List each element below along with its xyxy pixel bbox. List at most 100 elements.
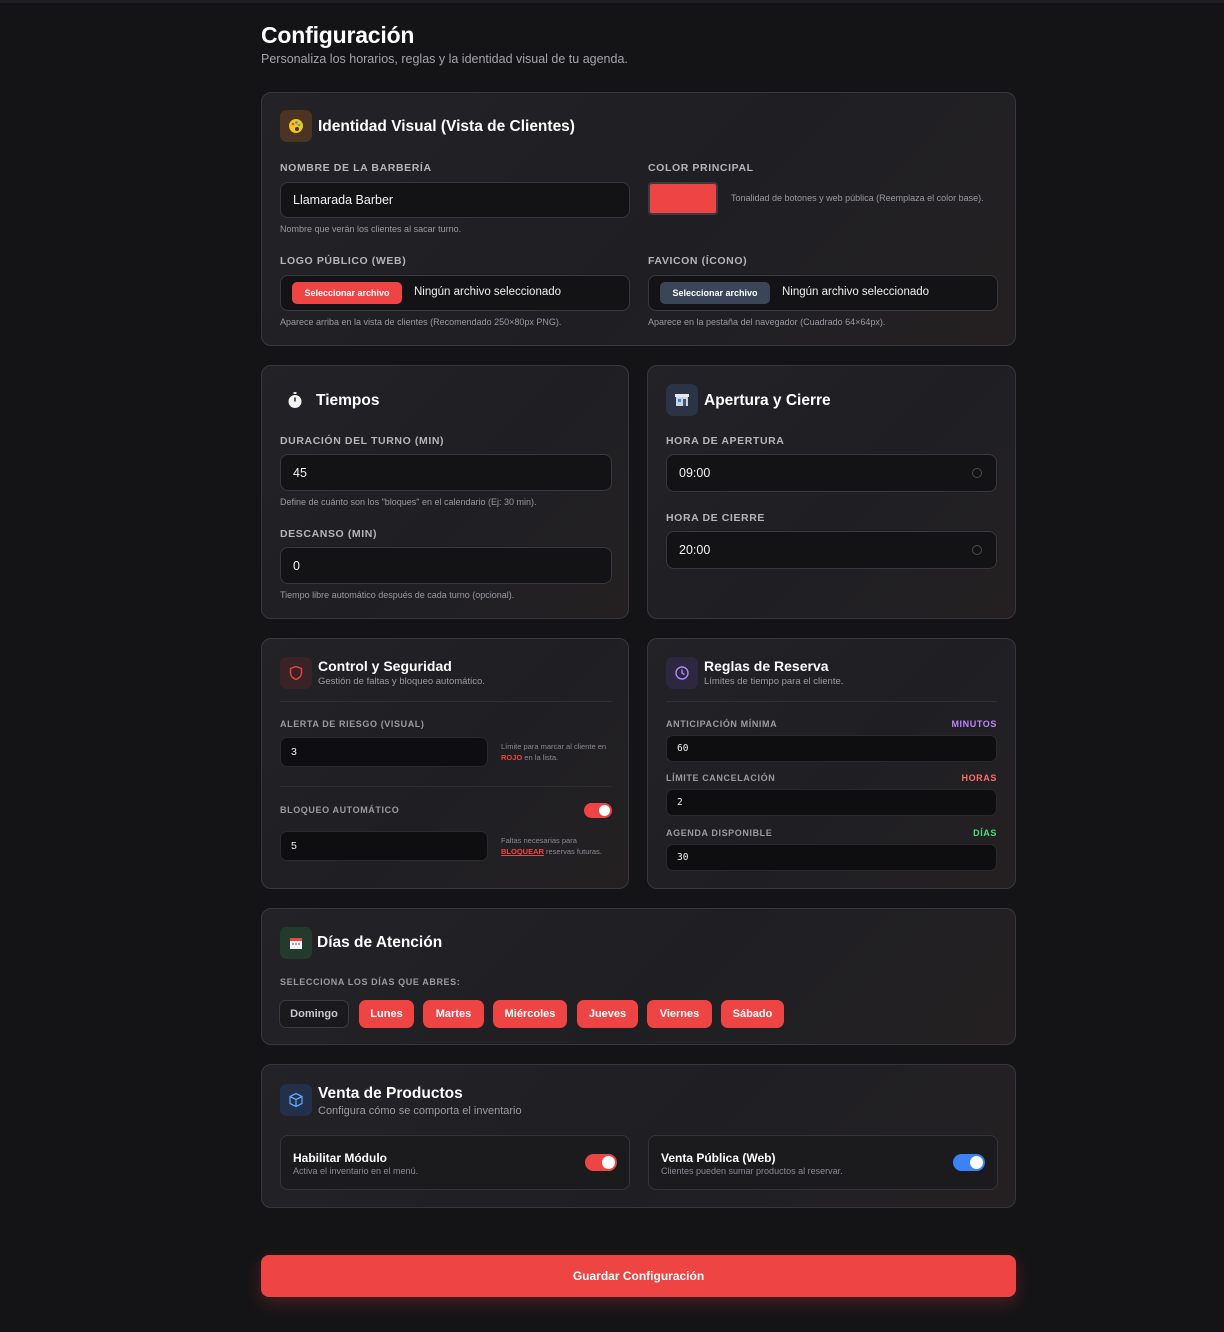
min-advance-unit: Minutos [951,719,997,729]
close-time-value: 20:00 [679,543,711,557]
block-hint-red: BLOQUEAR [501,847,544,856]
products-card: Venta de Productos Configura cómo se com… [261,1064,1016,1208]
day-jueves[interactable]: Jueves [577,1000,638,1028]
logo-select-button[interactable]: Seleccionar archivo [292,282,402,304]
min-advance-label: Anticipación Mínima [666,719,778,729]
security-divider-2 [280,786,612,787]
public-sale-setting: Venta Pública (Web) Clientes pueden suma… [648,1135,998,1190]
duration-hint: Define de cuánto son los "bloques" en el… [280,497,537,507]
break-input[interactable]: 0 [280,547,612,584]
block-value: 5 [291,840,297,852]
duration-input[interactable]: 45 [280,454,612,491]
color-label: Color Principal [648,162,754,174]
cancel-limit-input[interactable]: 2 [666,789,997,816]
toggle-knob [599,805,610,816]
products-subtitle: Configura cómo se comporta el inventario [318,1105,522,1117]
hours-title: Apertura y Cierre [704,392,831,409]
break-value: 0 [293,558,300,573]
agenda-value: 30 [677,852,689,863]
public-sale-title: Venta Pública (Web) [661,1151,776,1165]
booking-divider [666,701,997,702]
page-subtitle: Personaliza los horarios, reglas y la id… [261,52,628,66]
cancel-limit-value: 2 [677,797,683,808]
logo-file-name: Ningún archivo seleccionado [414,286,562,298]
block-hint-pre: Faltas necesarias para [501,836,577,845]
logo-hint: Aparece arriba en la vista de clientes (… [280,317,562,327]
day-miercoles[interactable]: Miércoles [493,1000,567,1028]
name-hint: Nombre que verán los clientes al sacar t… [280,224,462,234]
logo-label: Logo Público (Web) [280,255,407,267]
agenda-input[interactable]: 30 [666,844,997,871]
cancel-limit-unit: Horas [961,773,997,783]
open-time-input[interactable]: 09:00 [666,454,997,492]
cancel-limit-label: Límite Cancelación [666,773,776,783]
clock-icon[interactable] [972,468,982,478]
barber-name-input[interactable]: Llamarada Barber [280,182,630,218]
box-icon [280,1084,312,1116]
days-title: Días de Atención [317,934,443,951]
hours-card: Apertura y Cierre Hora de Apertura 09:00… [647,365,1016,619]
identity-title: Identidad Visual (Vista de Clientes) [318,118,575,135]
booking-title: Reglas de Reserva [704,658,829,674]
page-title: Configuración [261,22,415,48]
top-border [0,0,1224,3]
security-subtitle: Gestión de faltas y bloqueo automático. [318,676,485,687]
booking-card: Reglas de Reserva Límites de tiempo para… [647,638,1016,889]
day-viernes[interactable]: Viernes [647,1000,712,1028]
min-advance-input[interactable]: 60 [666,735,997,762]
name-label: Nombre de la Barbería [280,162,432,174]
clock-icon[interactable] [972,545,982,555]
agenda-label: Agenda Disponible [666,828,773,838]
block-input[interactable]: 5 [280,831,488,861]
day-martes[interactable]: Martes [423,1000,484,1028]
day-domingo[interactable]: Domingo [279,1000,349,1028]
risk-input[interactable]: 3 [280,737,488,767]
store-icon [666,384,698,416]
shield-icon [280,657,312,689]
color-hint: Tonalidad de botones y web pública (Reem… [731,193,984,203]
favicon-label: Favicon (Ícono) [648,255,748,267]
close-label: Hora de Cierre [666,512,766,524]
stopwatch-icon [286,391,304,409]
break-hint: Tiempo libre automático después de cada … [280,590,515,600]
risk-hint: Límite para marcar al cliente en ROJO en… [501,741,616,763]
risk-label: Alerta de Riesgo (Visual) [280,719,425,729]
barber-name-value: Llamarada Barber [293,193,394,207]
risk-hint-red: ROJO [501,753,523,762]
palette-icon [280,110,312,142]
break-label: Descanso (Min) [280,528,378,540]
clock-icon [666,657,698,689]
products-title: Venta de Productos [318,1085,463,1102]
module-subtitle: Activa el inventario en el menú. [293,1166,419,1176]
block-hint: Faltas necesarias para BLOQUEAR reservas… [501,835,616,857]
days-label: Selecciona los días que abres: [280,977,461,987]
risk-hint-pre: Límite para marcar al cliente en [501,742,607,751]
calendar-icon [280,927,312,959]
favicon-hint: Aparece en la pestaña del navegador (Cua… [648,317,886,327]
logo-file-input[interactable]: Seleccionar archivo Ningún archivo selec… [280,275,630,311]
agenda-unit: Días [973,828,997,838]
module-toggle[interactable] [585,1154,617,1171]
save-button[interactable]: Guardar Configuración [261,1255,1016,1297]
block-toggle[interactable] [584,803,612,818]
open-label: Hora de Apertura [666,435,785,447]
day-lunes[interactable]: Lunes [359,1000,414,1028]
close-time-input[interactable]: 20:00 [666,531,997,569]
day-sabado[interactable]: Sábado [721,1000,784,1028]
open-time-value: 09:00 [679,466,711,480]
risk-value: 3 [291,746,297,758]
block-hint-post: reservas futuras. [546,847,602,856]
times-card: Tiempos Duración del Turno (Min) 45 Defi… [261,365,629,619]
favicon-file-name: Ningún archivo seleccionado [782,286,930,298]
times-title: Tiempos [316,392,380,409]
booking-subtitle: Límites de tiempo para el cliente. [704,676,844,687]
favicon-file-input[interactable]: Seleccionar archivo Ningún archivo selec… [648,275,998,311]
public-sale-toggle[interactable] [953,1154,985,1171]
module-title: Habilitar Módulo [293,1151,387,1165]
security-title: Control y Seguridad [318,658,452,674]
favicon-select-button[interactable]: Seleccionar archivo [660,282,770,304]
toggle-knob [970,1156,983,1169]
color-picker[interactable] [648,182,718,215]
identity-card: Identidad Visual (Vista de Clientes) Nom… [261,92,1016,346]
security-card: Control y Seguridad Gestión de faltas y … [261,638,629,889]
